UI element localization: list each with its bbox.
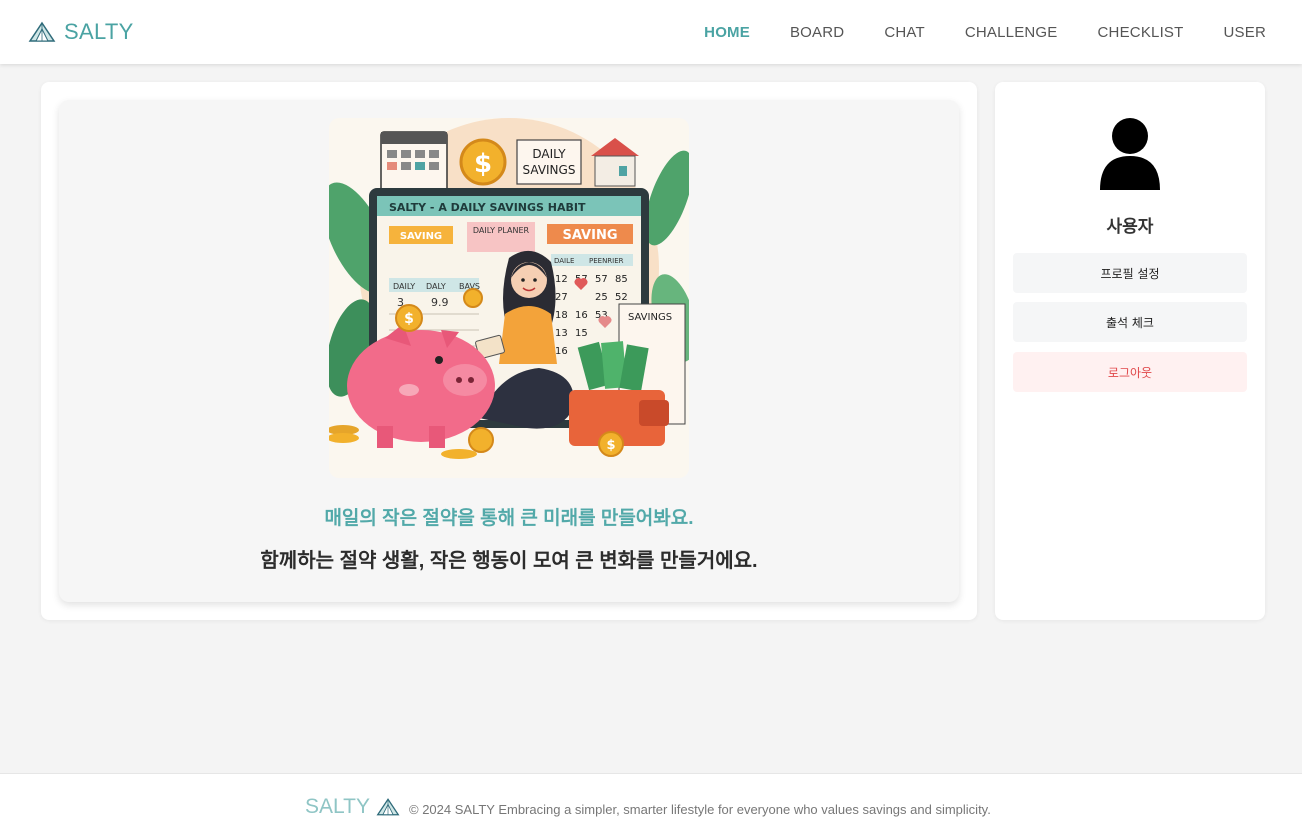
col-header-right-1: DAILE — [554, 257, 574, 265]
left-num-2: 9.9 — [431, 296, 449, 309]
grid-num: 85 — [615, 274, 628, 285]
grid-num: 16 — [555, 346, 568, 357]
col-header-1: DAILY — [393, 282, 415, 291]
footer-logo[interactable]: SALTY — [305, 795, 400, 819]
sign-savings-label: SAVINGS — [523, 163, 576, 177]
grid-num: 18 — [555, 310, 568, 321]
hero-card: $ DAILY SAVINGS SALTY - A DAILY SAVINGS … — [59, 100, 959, 602]
coin-symbol-wallet: $ — [606, 438, 615, 453]
brand-logo[interactable]: SALTY — [28, 19, 134, 45]
profile-settings-button[interactable]: 프로필 설정 — [1013, 253, 1247, 293]
banner-text: SALTY - A DAILY SAVINGS HABIT — [389, 201, 586, 214]
nav-chat[interactable]: CHAT — [884, 24, 925, 41]
main-card: $ DAILY SAVINGS SALTY - A DAILY SAVINGS … — [41, 82, 977, 620]
footer-copyright: © 2024 SALTY Embracing a simpler, smarte… — [409, 802, 991, 817]
tag-daily-planer: DAILY PLANER — [473, 226, 530, 235]
logout-button[interactable]: 로그아웃 — [1013, 352, 1247, 392]
salt-pile-icon — [376, 798, 400, 816]
nav-board[interactable]: BOARD — [790, 24, 844, 41]
profile-username: 사용자 — [1106, 217, 1154, 236]
grid-num: 52 — [615, 292, 628, 303]
main-nav: HOME BOARD CHAT CHALLENGE CHECKLIST USER — [704, 24, 1266, 41]
hero-tagline: 매일의 작은 절약을 통해 큰 미래를 만들어봐요. — [324, 508, 694, 529]
user-avatar-icon — [1100, 118, 1160, 190]
savings-illustration: $ DAILY SAVINGS SALTY - A DAILY SAVINGS … — [329, 118, 689, 478]
nav-checklist[interactable]: CHECKLIST — [1098, 24, 1184, 41]
hero-subtitle: 함께하는 절약 생활, 작은 행동이 모여 큰 변화를 만들거에요. — [260, 550, 758, 572]
grid-num: 16 — [575, 310, 588, 321]
page-footer: SALTY © 2024 SALTY Embracing a simpler, … — [0, 773, 1302, 837]
tag-savings-note: SAVINGS — [628, 312, 672, 323]
col-header-2: DALY — [426, 282, 446, 291]
grid-num: 13 — [555, 328, 568, 339]
grid-num: 27 — [555, 292, 568, 303]
col-header-right-2: PEENRIER — [589, 257, 624, 265]
coin-symbol-top: $ — [474, 149, 492, 179]
salt-pile-icon — [28, 21, 56, 42]
brand-name: SALTY — [64, 19, 134, 44]
footer-brand-name: SALTY — [305, 795, 370, 818]
grid-num: 57 — [595, 274, 608, 285]
grid-num: 15 — [575, 328, 588, 339]
grid-num: 25 — [595, 292, 608, 303]
top-navbar: SALTY HOME BOARD CHAT CHALLENGE CHECKLIS… — [0, 0, 1302, 64]
profile-panel: 사용자 프로필 설정 출석 체크 로그아웃 — [995, 82, 1265, 620]
sign-daily-label: DAILY — [532, 147, 566, 161]
tag-saving-big: SAVING — [563, 228, 618, 243]
nav-home[interactable]: HOME — [704, 24, 750, 41]
nav-challenge[interactable]: CHALLENGE — [965, 24, 1058, 41]
grid-num: 12 — [555, 274, 568, 285]
attendance-check-button[interactable]: 출석 체크 — [1013, 302, 1247, 342]
coin-symbol-pig: $ — [404, 311, 414, 327]
tag-saving-small: SAVING — [400, 231, 442, 242]
nav-user[interactable]: USER — [1224, 24, 1266, 41]
